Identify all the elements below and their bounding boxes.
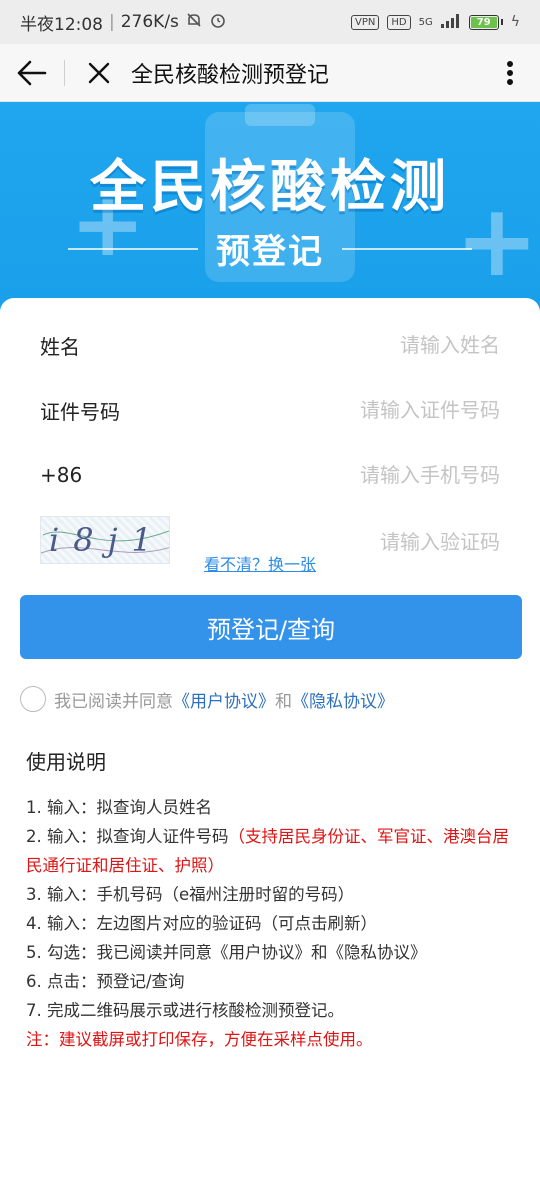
more-button[interactable] [480, 44, 540, 102]
phone-row: +86 [0, 443, 540, 507]
charging-icon: ϟ [510, 14, 520, 30]
name-row: 姓名 [0, 313, 540, 377]
user-agreement-link[interactable]: 《用户协议》 [173, 687, 275, 712]
network-label: 5G [418, 16, 433, 28]
status-left: 半夜12:08 | 276K/s [20, 10, 351, 35]
hero-banner: + + 全民核酸检测 预登记 [0, 102, 540, 312]
id-label: 证件号码 [40, 399, 120, 424]
instruction-item: 4. 输入：左边图片对应的验证码（可点击刷新） [26, 914, 377, 933]
instructions-section: 使用说明 1. 输入：拟查询人员姓名 2. 输入：拟查询人证件号码（支持居民身份… [26, 746, 516, 1054]
banner-title: 全民核酸检测 [90, 155, 450, 220]
note-text: 建议截屏或打印保存，方便在采样点使用。 [59, 1030, 373, 1049]
battery-level: 79 [470, 16, 497, 28]
agreement-checkbox[interactable] [20, 686, 46, 712]
close-button[interactable] [77, 44, 121, 102]
alarm-icon [209, 11, 227, 34]
instruction-note: 注：建议截屏或打印保存，方便在采样点使用。 [26, 1025, 516, 1054]
nav-bar: 全民核酸检测预登记 [0, 44, 540, 102]
name-input[interactable] [190, 333, 500, 357]
note-prefix: 注： [26, 1030, 59, 1049]
clipboard-clip-graphic [245, 104, 315, 126]
instruction-item: 3. 输入：手机号码（e福州注册时留的号码） [26, 885, 355, 904]
form-card: 姓名 证件号码 +86 i8j1 看不清？换一张 预登记/查询 我已阅读并同意 … [0, 298, 540, 1200]
banner-subtitle: 预登记 [216, 232, 324, 272]
agreement-and: 和 [275, 691, 292, 712]
captcha-image[interactable]: i8j1 [40, 516, 170, 564]
page-title: 全民核酸检测预登记 [131, 62, 330, 88]
instructions-title: 使用说明 [26, 750, 106, 774]
instruction-item: 5. 勾选：我已阅读并同意《用户协议》和《隐私协议》 [26, 943, 427, 962]
status-right: VPN HD 5G 79 ϟ [351, 13, 520, 31]
submit-button[interactable]: 预登记/查询 [20, 595, 522, 659]
id-number-input[interactable] [190, 398, 500, 422]
instruction-text: 2. 输入：拟查询人证件号码 [26, 827, 229, 846]
agreement-prefix: 我已阅读并同意 [54, 691, 173, 712]
status-divider: | [109, 12, 115, 32]
name-label: 姓名 [40, 334, 80, 359]
back-button[interactable] [0, 44, 64, 102]
instruction-item: 2. 输入：拟查询人证件号码（支持居民身份证、军官证、港澳台居民通行证和居住证、… [26, 822, 516, 880]
battery-tip [500, 19, 503, 25]
nav-separator [64, 59, 65, 86]
instruction-item: 1. 输入：拟查询人员姓名 [26, 798, 212, 817]
status-bar: 半夜12:08 | 276K/s VPN HD 5G 79 ϟ [0, 0, 540, 44]
id-row: 证件号码 [0, 378, 540, 442]
captcha-input[interactable] [300, 522, 500, 562]
more-vertical-icon [507, 60, 513, 85]
back-arrow-icon [17, 60, 47, 85]
close-icon [88, 62, 110, 83]
banner-divider-right [342, 247, 472, 250]
status-speed: 276K/s [120, 12, 179, 32]
phone-prefix: +86 [40, 463, 83, 487]
instruction-item: 7. 完成二维码展示或进行核酸检测预登记。 [26, 1001, 344, 1020]
banner-divider-left [68, 247, 198, 250]
agreement-row: 我已阅读并同意 《用户协议》 和 《隐私协议》 [20, 686, 394, 712]
signal-icon [440, 13, 461, 31]
battery-icon: 79 [468, 14, 503, 30]
hd-badge: HD [387, 14, 411, 30]
mute-icon [185, 11, 203, 34]
banner-subtitle-row: 预登记 [0, 224, 540, 273]
privacy-agreement-link[interactable]: 《隐私协议》 [292, 687, 394, 712]
battery-body: 79 [468, 14, 499, 30]
vpn-badge: VPN [351, 14, 380, 30]
instruction-item: 6. 点击：预登记/查询 [26, 972, 185, 991]
phone-input[interactable] [190, 463, 500, 487]
captcha-text: i8j1 [49, 521, 166, 559]
status-time: 半夜12:08 [20, 14, 103, 35]
